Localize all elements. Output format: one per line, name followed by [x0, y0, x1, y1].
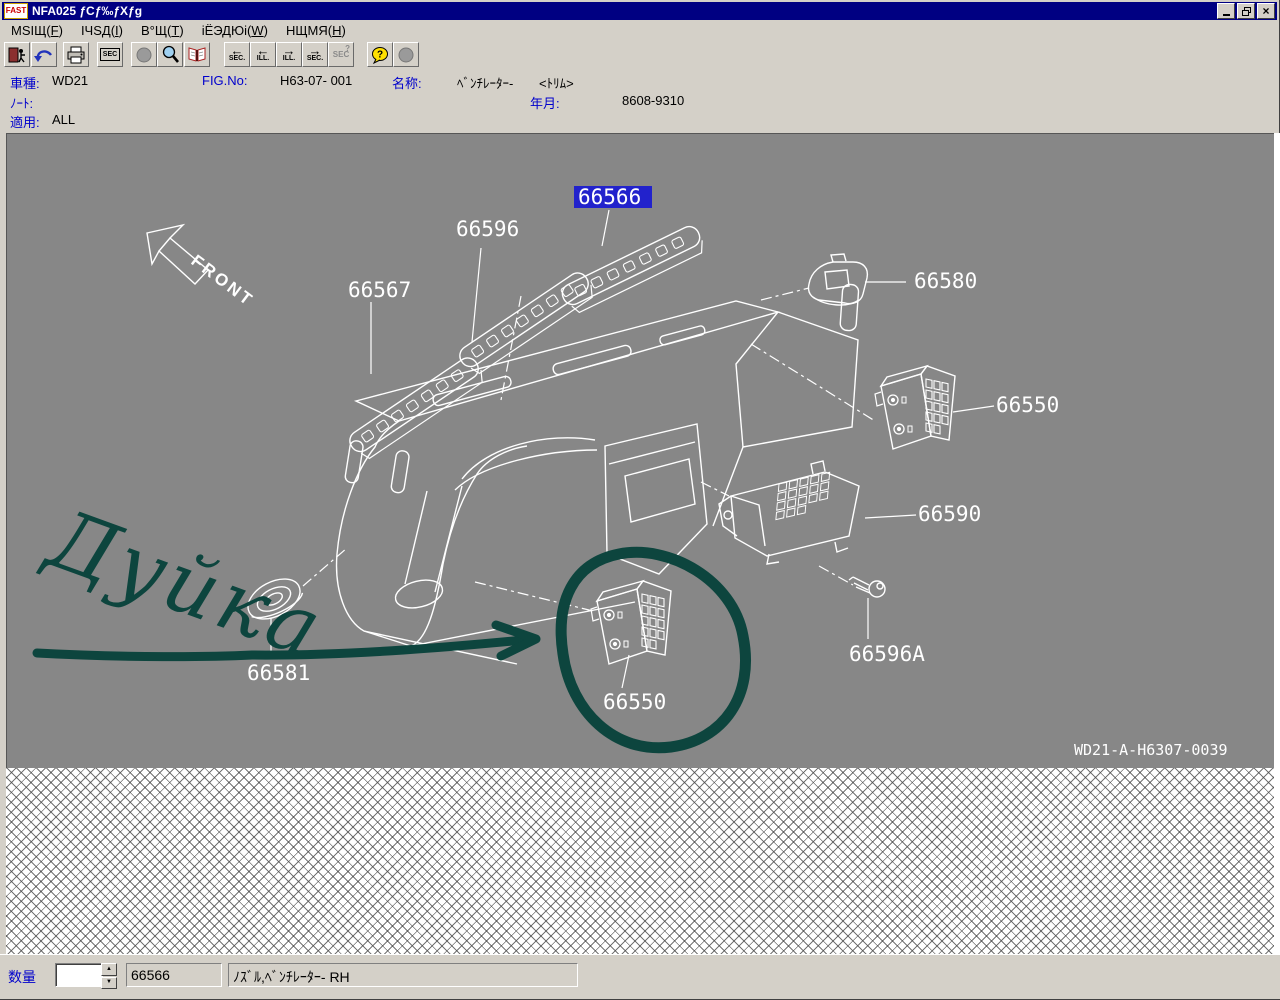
prev-sec-icon: ← — [231, 46, 244, 55]
part-labels: 66596 66567 66580 66550 66590 66596A 665… — [247, 217, 1059, 714]
name-trim-value: <ﾄﾘﾑ> — [539, 73, 574, 92]
menu-tool[interactable]: В°Щ(T) — [132, 22, 193, 39]
help-icon: ? — [371, 46, 389, 64]
blank-disabled-icon-2 — [398, 47, 414, 63]
svg-text:?: ? — [377, 49, 383, 60]
quantity-up-button[interactable]: ▲ — [101, 963, 117, 976]
name-label: 名称: — [392, 73, 422, 92]
figure-info-panel: 車種: WD21 FIG.No: H63-07- 001 名称: ﾍﾞﾝﾁﾚｰﾀ… — [2, 70, 1277, 131]
book-icon — [187, 46, 207, 63]
book-button[interactable] — [184, 42, 210, 67]
apply-label: 適用: — [10, 112, 40, 131]
minimize-button[interactable] — [1217, 3, 1235, 19]
next-section-button[interactable]: → SEC. — [302, 42, 328, 67]
part-label-66567[interactable]: 66567 — [348, 278, 411, 302]
next-illustration-button[interactable]: → ILL. — [276, 42, 302, 67]
name-value: ﾍﾞﾝﾁﾚｰﾀｰ- — [457, 73, 513, 92]
exit-icon — [8, 46, 26, 64]
section-help-button: ? SEC — [328, 42, 354, 67]
quantity-stepper: ▲ ▼ — [101, 963, 117, 989]
svg-text:66566: 66566 — [578, 185, 641, 209]
part-label-66596A[interactable]: 66596A — [849, 642, 925, 666]
title-bar: FAST NFA025 ƒCƒ‰ƒXƒg × — [2, 2, 1277, 20]
highlighted-part-number[interactable]: 66566 — [574, 185, 652, 209]
prev-illustration-button[interactable]: ← ILL. — [250, 42, 276, 67]
fig-no-label: FIG.No: — [202, 73, 248, 88]
empty-hatched-area — [6, 768, 1274, 956]
disabled-button-2 — [393, 42, 419, 67]
zoom-icon — [161, 45, 180, 64]
undo-button[interactable] — [31, 42, 57, 67]
undo-icon — [34, 47, 54, 63]
menu-file[interactable]: МЅІЩ(F) — [2, 22, 72, 39]
close-button[interactable]: × — [1257, 3, 1275, 19]
menu-illust[interactable]: ІЧЅД(I) — [72, 22, 132, 39]
restore-icon — [1242, 7, 1251, 16]
next-sec-icon: → — [309, 46, 322, 55]
menu-window[interactable]: іЁЭДЮі(W) — [193, 22, 277, 39]
annotation-circle — [561, 552, 745, 747]
sec-question-icon: ? — [345, 44, 350, 53]
status-bar: 数量 ▲ ▼ 66566 ﾉｽﾞﾙ,ﾍﾞﾝﾁﾚｰﾀｰ- RH — [0, 954, 1280, 999]
prev-section-button[interactable]: ← SEC. — [224, 42, 250, 67]
quantity-input[interactable] — [55, 963, 103, 987]
part-label-66550-bottom[interactable]: 66550 — [603, 690, 666, 714]
exit-button[interactable] — [4, 42, 30, 67]
window-title: NFA025 ƒCƒ‰ƒXƒg — [28, 4, 1217, 18]
date-label: 年月: — [530, 93, 560, 112]
next-ill-icon: → — [283, 46, 296, 55]
date-value: 8608-9310 — [622, 93, 684, 108]
part-label-66581[interactable]: 66581 — [247, 661, 310, 685]
menu-bar: МЅІЩ(F) ІЧЅД(I) В°Щ(T) іЁЭДЮі(W) НЩМЯ(H) — [2, 21, 1277, 41]
part-label-66590[interactable]: 66590 — [918, 502, 981, 526]
note-label: ﾉｰﾄ: — [10, 93, 33, 112]
sec-icon: SEC — [100, 48, 120, 61]
print-icon — [66, 46, 86, 64]
selected-part-number-field: 66566 — [126, 963, 222, 987]
disabled-button-1 — [131, 42, 157, 67]
illustration-canvas: Дуйка 66596 66567 66580 66550 66590 6659… — [6, 133, 1275, 769]
fig-no-value: H63-07- 001 — [280, 73, 352, 88]
canvas-right-gutter — [1274, 133, 1280, 955]
help-button[interactable]: ? — [367, 42, 393, 67]
part-label-66596[interactable]: 66596 — [456, 217, 519, 241]
quantity-label: 数量 — [8, 967, 36, 987]
toolbar: SEC ← SEC. ← ILL. → — [2, 40, 1277, 70]
minimize-icon — [1223, 14, 1230, 16]
annotation-text: Дуйка — [33, 490, 336, 678]
vehicle-value: WD21 — [52, 73, 88, 88]
vehicle-label: 車種: — [10, 73, 40, 92]
app-icon: FAST — [4, 3, 28, 19]
menu-help[interactable]: НЩМЯ(H) — [277, 22, 355, 39]
part-label-66580[interactable]: 66580 — [914, 269, 977, 293]
zoom-button[interactable] — [157, 42, 183, 67]
prev-ill-icon: ← — [257, 46, 270, 55]
part-label-66550-right[interactable]: 66550 — [996, 393, 1059, 417]
blank-disabled-icon — [136, 47, 152, 63]
close-icon: × — [1262, 6, 1269, 16]
apply-value: ALL — [52, 112, 75, 127]
drawing-plate-number: WD21-A-H6307-0039 — [1074, 741, 1228, 759]
application-window: FAST NFA025 ƒCƒ‰ƒXƒg × МЅІЩ(F) ІЧЅД(I) В… — [0, 0, 1280, 1000]
exploded-view-drawing: Дуйка 66596 66567 66580 66550 66590 6659… — [7, 134, 1275, 769]
print-button[interactable] — [63, 42, 89, 67]
restore-button[interactable] — [1237, 3, 1255, 19]
selected-part-name-field: ﾉｽﾞﾙ,ﾍﾞﾝﾁﾚｰﾀｰ- RH — [228, 963, 578, 987]
sec-list-button[interactable]: SEC — [97, 42, 123, 67]
quantity-down-button[interactable]: ▼ — [101, 977, 117, 990]
